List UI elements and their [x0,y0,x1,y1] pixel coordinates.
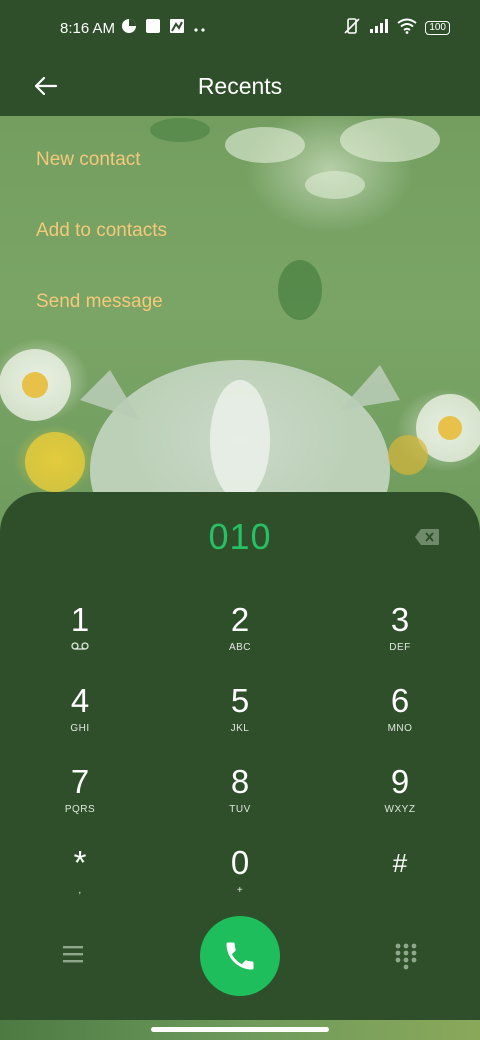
hamburger-menu-icon [63,946,83,963]
key-digit: 7 [70,763,90,800]
key-digit: 9 [390,763,410,800]
dialpad-icon [395,943,417,970]
wifi-icon [397,18,417,38]
key-letters: + [236,885,244,896]
key-letters: PQRS [64,804,96,815]
key-5[interactable]: 5 JKL [180,683,300,753]
status-bar: 8:16 AM 100 [0,0,480,56]
key-9[interactable]: 9 WXYZ [340,764,460,834]
key-digit: 1 [70,601,90,638]
key-3[interactable]: 3 DEF [340,602,460,672]
menu-button[interactable] [60,944,86,969]
key-digit: * [73,844,87,881]
key-6[interactable]: 6 MNO [340,683,460,753]
back-button[interactable] [30,70,62,102]
key-2[interactable]: 2 ABC [180,602,300,672]
gesture-nav-bar[interactable] [151,1027,329,1032]
key-letters: DEF [389,642,411,653]
key-hash[interactable]: # [340,845,460,915]
page-title: Recents [197,72,283,99]
data-saver-icon [121,18,137,38]
app-header: Recents [0,56,480,116]
key-letters: , [78,885,82,896]
key-digit: 5 [230,682,250,719]
key-letters: ABC [228,642,252,653]
key-1[interactable]: 1 [20,602,140,672]
key-digit: 6 [390,682,410,719]
key-8[interactable]: 8 TUV [180,764,300,834]
key-0[interactable]: 0 + [180,845,300,915]
key-7[interactable]: 7 PQRS [20,764,140,834]
send-message-link[interactable]: Send message [36,291,163,313]
key-digit: 3 [390,601,410,638]
add-to-contacts-link[interactable]: Add to contacts [36,220,167,242]
key-digit: 8 [230,763,250,800]
dialer-bottom-row [0,914,480,998]
voicemail-icon [20,642,140,653]
key-letters: TUV [229,804,251,815]
call-button[interactable] [200,916,280,996]
key-letters: MNO [387,723,413,734]
key-4[interactable]: 4 GHI [20,683,140,753]
image-icon [169,18,185,38]
key-digit: 4 [70,682,90,719]
arrow-left-icon [34,76,58,96]
key-digit: 2 [230,601,250,638]
key-letters: GHI [70,723,90,734]
new-contact-link[interactable]: New contact [36,149,141,171]
backspace-icon [415,529,439,545]
battery-indicator: 100 [425,21,450,35]
square-icon [145,18,161,38]
vibrate-off-icon [343,17,361,39]
key-star[interactable]: * , [20,845,140,915]
key-digit: 0 [230,844,250,881]
key-digit: # [392,848,408,878]
key-letters: JKL [230,723,250,734]
dialed-number[interactable]: 010 [0,516,480,558]
phone-icon [226,942,254,970]
backspace-button[interactable] [414,528,440,551]
more-dots-icon [193,20,207,37]
dialpad-toggle-button[interactable] [394,942,418,975]
dialer-panel: 010 1 2 ABC 3 DEF 4 GHI 5 JKL 6 MNO 7 PQ… [0,492,480,1020]
signal-icon [369,18,389,38]
key-letters: WXYZ [384,804,416,815]
status-time: 8:16 AM [60,19,116,37]
